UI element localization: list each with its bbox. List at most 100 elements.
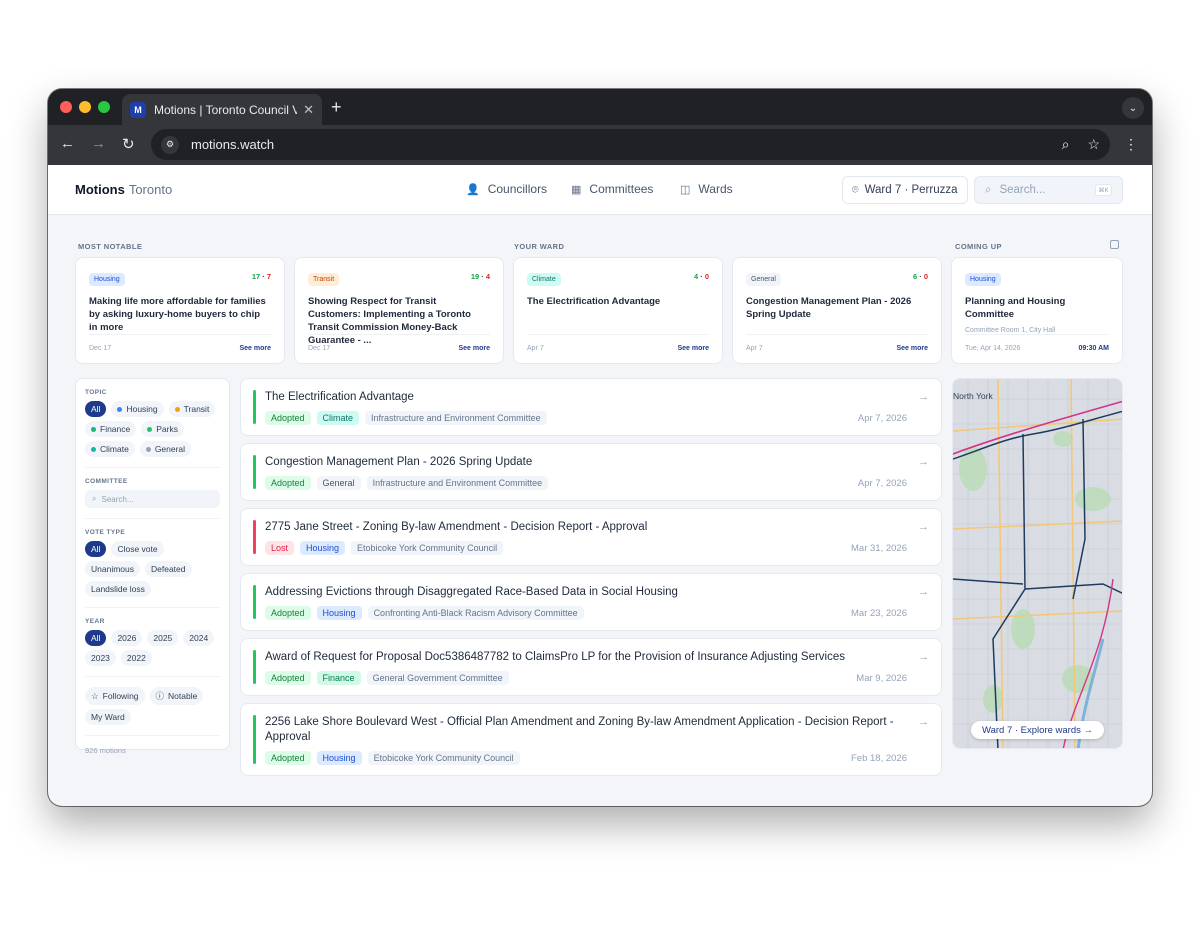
motion-title[interactable]: Addressing Evictions through Disaggregat…: [265, 585, 901, 600]
year-chip-all[interactable]: All: [85, 630, 107, 646]
list-item[interactable]: 2256 Lake Shore Boulevard West - Officia…: [240, 703, 942, 776]
following-filter[interactable]: ☆ Following: [85, 687, 145, 705]
filter-panel: TOPIC All Housing Transit Finance Parks …: [75, 378, 230, 755]
chip-label: Following: [102, 691, 139, 701]
my-ward-filter[interactable]: My Ward: [85, 709, 131, 725]
divider: [85, 735, 220, 736]
arrow-right-icon[interactable]: →: [918, 521, 929, 533]
notable-card[interactable]: Transit 19 · 4 Showing Respect for Trans…: [294, 257, 504, 364]
notable-filter[interactable]: ⓘ Notable: [149, 687, 204, 705]
search-input[interactable]: ⌕ Search... ⌘K: [974, 176, 1123, 204]
year-chip-2025[interactable]: 2025: [147, 630, 179, 646]
year-chip-2022[interactable]: 2022: [120, 650, 152, 666]
year-chip-2026[interactable]: 2026: [111, 630, 143, 646]
topic-chip-housing[interactable]: Housing: [111, 401, 164, 417]
favicon: M: [130, 101, 146, 118]
calendar-icon[interactable]: [1110, 240, 1119, 249]
list-item[interactable]: 2775 Jane Street - Zoning By-law Amendme…: [240, 508, 942, 566]
ward-card[interactable]: Climate 4 · 0 The Electrification Advant…: [513, 257, 723, 364]
tab-search-button[interactable]: ⌄: [1122, 97, 1144, 119]
close-window-button[interactable]: [60, 101, 72, 113]
nav-wards[interactable]: ◫ Wards: [680, 182, 733, 196]
map-place-label: North York: [953, 391, 993, 401]
browser-menu-icon[interactable]: ⋮: [1124, 136, 1138, 153]
card-divider: [308, 334, 490, 335]
year-filters: All 2026 2025 2024 2023 2022: [85, 630, 220, 666]
ward-map[interactable]: North York Ward 7 · Explore wards →: [952, 378, 1123, 749]
motion-meta: Adopted General Infrastructure and Envir…: [265, 476, 901, 490]
status-bar: [253, 650, 256, 684]
close-tab-icon[interactable]: ✕: [303, 102, 314, 118]
status-bar: [253, 520, 256, 554]
topic-filter-label: TOPIC: [85, 389, 107, 396]
vote-chip-unanimous[interactable]: Unanimous: [85, 561, 140, 577]
arrow-right-icon[interactable]: →: [918, 391, 929, 403]
brand-name: Motions: [75, 182, 125, 197]
topic-chip-general[interactable]: General: [139, 441, 192, 457]
site-info-icon[interactable]: ⚙: [161, 135, 179, 154]
motion-title[interactable]: 2256 Lake Shore Boulevard West - Officia…: [265, 715, 901, 745]
topic-chip-all[interactable]: All: [85, 401, 107, 417]
vote-chip-landslide[interactable]: Landslide loss: [85, 581, 151, 597]
committee-badge: Infrastructure and Environment Committee: [366, 476, 549, 490]
brand[interactable]: Motions Toronto: [75, 182, 172, 197]
motion-count: 926 motions: [85, 746, 126, 755]
arrow-right-icon[interactable]: →: [918, 456, 929, 468]
bookmark-star-icon[interactable]: ☆: [1087, 136, 1100, 153]
address-bar[interactable]: ⚙ motions.watch ⌕ ☆: [151, 129, 1110, 160]
list-item[interactable]: Award of Request for Proposal Doc5386487…: [240, 638, 942, 696]
motion-title[interactable]: The Electrification Advantage: [265, 390, 901, 405]
year-chip-2024[interactable]: 2024: [183, 630, 215, 646]
motion-title[interactable]: Award of Request for Proposal Doc5386487…: [265, 650, 901, 665]
topic-badge: General: [746, 273, 781, 286]
nav-committees[interactable]: ▦ Committees: [571, 182, 653, 196]
back-icon[interactable]: ←: [60, 135, 75, 152]
upcoming-meeting-card[interactable]: Housing Planning and Housing Committee C…: [951, 257, 1123, 364]
arrow-right-icon[interactable]: →: [918, 586, 929, 598]
page: Motions Toronto 👤 Councillors ▦ Committees …: [48, 165, 1152, 806]
vote-chip-close[interactable]: Close vote: [111, 541, 164, 557]
topic-chip-finance[interactable]: Finance: [85, 421, 137, 437]
year-filter-label: YEAR: [85, 618, 105, 625]
new-tab-button[interactable]: +: [331, 97, 342, 118]
year-chip-2023[interactable]: 2023: [85, 650, 116, 666]
arrow-right-icon[interactable]: →: [918, 716, 929, 728]
browser-tab[interactable]: M Motions | Toronto Council Vot ✕: [122, 94, 322, 125]
section-most-notable: MOST NOTABLE: [78, 242, 143, 251]
transit-dot-icon: [174, 406, 180, 412]
status-bar: [253, 585, 256, 619]
forward-icon[interactable]: →: [91, 135, 106, 152]
see-more-link[interactable]: See more: [896, 345, 928, 352]
star-icon: ☆: [91, 690, 99, 701]
ward-card[interactable]: General 6 · 0 Congestion Management Plan…: [732, 257, 942, 364]
topic-chip-climate[interactable]: Climate: [85, 441, 135, 457]
nav-councillors[interactable]: 👤 Councillors: [466, 182, 547, 196]
motion-title[interactable]: Congestion Management Plan - 2026 Spring…: [265, 455, 901, 470]
committee-badge: Etobicoke York Community Council: [367, 751, 520, 765]
list-item[interactable]: Addressing Evictions through Disaggregat…: [240, 573, 942, 631]
zoom-icon[interactable]: ⌕: [1062, 136, 1070, 153]
motion-title[interactable]: 2775 Jane Street - Zoning By-law Amendme…: [265, 520, 901, 535]
committee-search-input[interactable]: ⌕ Search...: [85, 490, 220, 508]
topic-chip-transit[interactable]: Transit: [168, 401, 216, 417]
list-item[interactable]: The Electrification Advantage Adopted Cl…: [240, 378, 942, 436]
see-more-link[interactable]: See more: [239, 345, 271, 352]
arrow-right-icon[interactable]: →: [918, 651, 929, 663]
vote-chip-all[interactable]: All: [85, 541, 107, 557]
minimize-window-button[interactable]: [79, 101, 91, 113]
maximize-window-button[interactable]: [98, 101, 110, 113]
see-more-link[interactable]: See more: [677, 345, 709, 352]
ward-selector-button[interactable]: ⌾ Ward 7 · Perruzza: [842, 176, 968, 204]
list-item[interactable]: Congestion Management Plan - 2026 Spring…: [240, 443, 942, 501]
parks-dot-icon: [147, 426, 153, 432]
search-icon: ⌕: [985, 183, 992, 196]
notable-card[interactable]: Housing 17 · 7 Making life more affordab…: [75, 257, 285, 364]
explore-wards-button[interactable]: Ward 7 · Explore wards →: [971, 721, 1104, 739]
see-more-link[interactable]: See more: [458, 345, 490, 352]
reload-icon[interactable]: ↻: [122, 135, 135, 153]
topic-badge: General: [316, 476, 361, 490]
url-text[interactable]: motions.watch: [191, 137, 1044, 152]
chip-label: Housing: [126, 404, 158, 414]
topic-chip-parks[interactable]: Parks: [141, 421, 184, 437]
vote-chip-defeated[interactable]: Defeated: [145, 561, 192, 577]
